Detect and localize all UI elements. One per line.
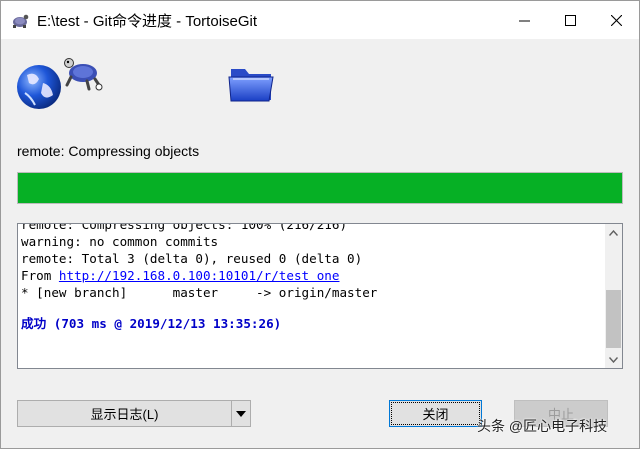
log-line-from: From http://192.168.0.100:10101/r/test o… bbox=[21, 267, 603, 284]
close-window-button[interactable] bbox=[593, 1, 639, 39]
log-from-prefix: From bbox=[21, 268, 59, 283]
status-label: remote: Compressing objects bbox=[17, 143, 200, 159]
window-controls bbox=[501, 1, 639, 39]
watermark: 头条 @匠心电子科技 bbox=[477, 418, 608, 434]
maximize-icon bbox=[564, 14, 576, 26]
maximize-button[interactable] bbox=[547, 1, 593, 39]
progress-dialog: E:\test - Git命令进度 - TortoiseGit remote: … bbox=[0, 0, 640, 449]
window-title: E:\test - Git命令进度 - TortoiseGit bbox=[37, 12, 258, 30]
log-content: remote: Compressing objects: 100% (216/2… bbox=[21, 224, 603, 368]
globe-with-tortoise-icon bbox=[17, 53, 107, 113]
progress-bar bbox=[17, 172, 623, 204]
tortoisegit-icon bbox=[13, 14, 29, 28]
output-log[interactable]: remote: Compressing objects: 100% (216/2… bbox=[17, 223, 623, 369]
vertical-scrollbar[interactable] bbox=[605, 224, 622, 368]
log-spacer bbox=[21, 301, 603, 315]
title-bar[interactable]: E:\test - Git命令进度 - TortoiseGit bbox=[1, 1, 639, 39]
scroll-down-button[interactable] bbox=[605, 351, 622, 368]
folder-icon bbox=[227, 61, 277, 105]
chevron-up-icon bbox=[609, 229, 618, 236]
dropdown-arrow-icon bbox=[236, 410, 246, 417]
close-icon bbox=[610, 14, 622, 26]
show-log-dropdown-button[interactable] bbox=[231, 400, 251, 427]
minimize-icon bbox=[518, 20, 530, 21]
log-line: * [new branch] master -> origin/master bbox=[21, 285, 378, 300]
minimize-button[interactable] bbox=[501, 1, 547, 39]
progress-fill bbox=[18, 173, 622, 203]
scroll-thumb[interactable] bbox=[606, 290, 621, 348]
log-line: remote: Compressing objects: 100% (216/2… bbox=[21, 224, 348, 232]
show-log-button[interactable]: 显示日志(L) bbox=[17, 400, 232, 427]
chevron-down-icon bbox=[609, 356, 618, 363]
focus-ring bbox=[391, 402, 480, 425]
success-message: 成功 (703 ms @ 2019/12/13 13:35:26) bbox=[21, 316, 282, 331]
close-button[interactable]: 关闭 bbox=[389, 400, 482, 427]
scroll-up-button[interactable] bbox=[605, 224, 622, 241]
log-line: warning: no common commits bbox=[21, 234, 219, 249]
log-line: remote: Total 3 (delta 0), reused 0 (del… bbox=[21, 251, 363, 266]
remote-url-link[interactable]: http://192.168.0.100:10101/r/test one bbox=[59, 268, 340, 283]
